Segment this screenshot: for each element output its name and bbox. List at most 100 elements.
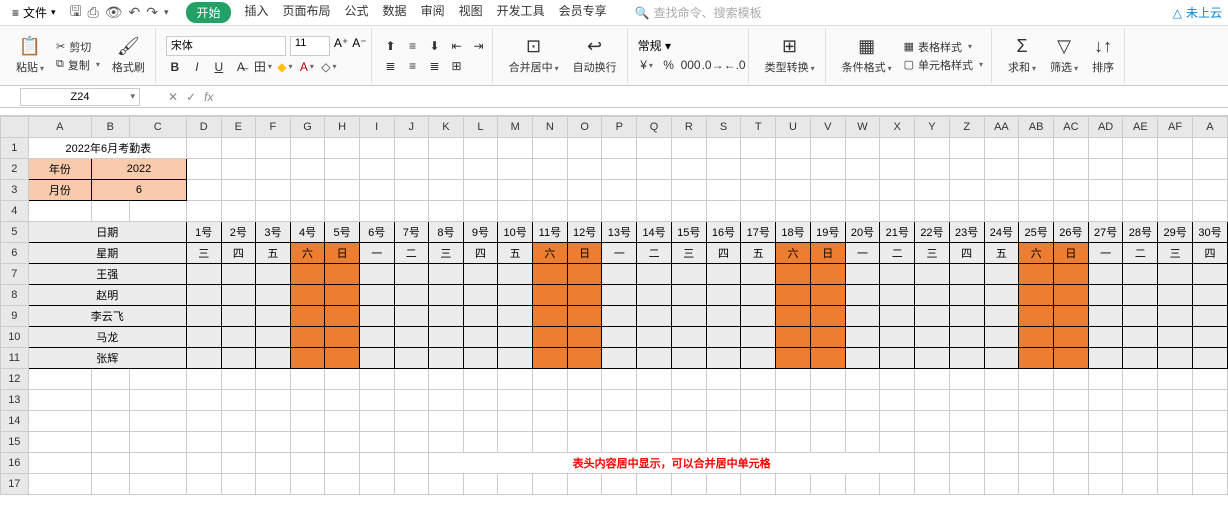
- formula-input[interactable]: [221, 88, 1228, 106]
- cell[interactable]: [1192, 264, 1227, 285]
- cell[interactable]: [949, 369, 984, 390]
- cell[interactable]: [256, 180, 291, 201]
- cell[interactable]: [429, 306, 464, 327]
- border-button[interactable]: 田: [254, 58, 272, 76]
- cell[interactable]: [463, 369, 498, 390]
- cell[interactable]: 四: [706, 243, 741, 264]
- cell[interactable]: [1192, 306, 1227, 327]
- cell[interactable]: [984, 348, 1019, 369]
- cell[interactable]: [706, 159, 741, 180]
- cell[interactable]: [637, 348, 672, 369]
- col-header-I[interactable]: I: [359, 117, 394, 138]
- row-header[interactable]: 8: [1, 285, 29, 306]
- col-header-H[interactable]: H: [325, 117, 360, 138]
- cell[interactable]: [1158, 201, 1193, 222]
- cell[interactable]: [498, 390, 533, 411]
- save-icon[interactable]: 🖫: [70, 1, 82, 25]
- strikethrough-button[interactable]: A̶: [232, 58, 250, 76]
- cell[interactable]: [1019, 306, 1054, 327]
- cell[interactable]: [741, 348, 776, 369]
- cell[interactable]: 二: [880, 243, 915, 264]
- cell[interactable]: [1019, 327, 1054, 348]
- cell[interactable]: [325, 306, 360, 327]
- align-right-icon[interactable]: ≣: [426, 57, 444, 75]
- cell[interactable]: [776, 201, 811, 222]
- cell[interactable]: [602, 474, 637, 495]
- cell[interactable]: [776, 306, 811, 327]
- cell[interactable]: [1088, 159, 1123, 180]
- cell[interactable]: [949, 138, 984, 159]
- cell[interactable]: [28, 453, 91, 474]
- cell[interactable]: [637, 201, 672, 222]
- cell[interactable]: [359, 432, 394, 453]
- cell[interactable]: [602, 180, 637, 201]
- row-header[interactable]: 12: [1, 369, 29, 390]
- cell[interactable]: [256, 348, 291, 369]
- cell[interactable]: [359, 159, 394, 180]
- cell[interactable]: [602, 348, 637, 369]
- cell[interactable]: [880, 474, 915, 495]
- cell[interactable]: [429, 348, 464, 369]
- cell[interactable]: [1158, 159, 1193, 180]
- cell[interactable]: [1019, 369, 1054, 390]
- cell[interactable]: [810, 264, 845, 285]
- cell[interactable]: [1054, 327, 1089, 348]
- cell[interactable]: [1088, 369, 1123, 390]
- tab-审阅[interactable]: 审阅: [421, 2, 445, 23]
- cell[interactable]: [671, 285, 706, 306]
- cell[interactable]: [1123, 159, 1158, 180]
- cell[interactable]: [325, 180, 360, 201]
- decrease-font-icon[interactable]: A⁻: [352, 36, 366, 56]
- cell[interactable]: 五: [741, 243, 776, 264]
- cell[interactable]: [1158, 432, 1193, 453]
- font-color-button[interactable]: A: [298, 58, 316, 76]
- cell[interactable]: [810, 432, 845, 453]
- cell[interactable]: [567, 264, 602, 285]
- cell[interactable]: [671, 432, 706, 453]
- cell[interactable]: [394, 348, 429, 369]
- col-header-L[interactable]: L: [463, 117, 498, 138]
- cell[interactable]: [1088, 138, 1123, 159]
- cell[interactable]: 一: [1088, 243, 1123, 264]
- cell[interactable]: [429, 180, 464, 201]
- wrap-button[interactable]: ↩ 自动换行: [567, 34, 623, 77]
- cell[interactable]: [671, 411, 706, 432]
- cell[interactable]: 9号: [463, 222, 498, 243]
- cell[interactable]: [602, 306, 637, 327]
- cell[interactable]: [706, 201, 741, 222]
- cell[interactable]: [28, 474, 91, 495]
- format-painter-button[interactable]: 🖌 格式刷: [106, 34, 151, 77]
- align-top-icon[interactable]: ⬆: [382, 37, 400, 55]
- cell[interactable]: [221, 348, 256, 369]
- cell[interactable]: 月份: [28, 180, 91, 201]
- cell[interactable]: [706, 390, 741, 411]
- cell[interactable]: [463, 306, 498, 327]
- cell[interactable]: [706, 411, 741, 432]
- align-left-icon[interactable]: ≣: [382, 57, 400, 75]
- cell[interactable]: [1158, 285, 1193, 306]
- cell[interactable]: 星期: [28, 243, 186, 264]
- cell[interactable]: [984, 474, 1019, 495]
- cell[interactable]: [845, 411, 880, 432]
- cell[interactable]: [498, 285, 533, 306]
- cell[interactable]: [880, 159, 915, 180]
- cell[interactable]: [880, 138, 915, 159]
- cell[interactable]: [325, 327, 360, 348]
- cell[interactable]: [463, 432, 498, 453]
- cell[interactable]: [915, 390, 950, 411]
- cell[interactable]: [186, 327, 221, 348]
- cell[interactable]: [359, 453, 394, 474]
- cell[interactable]: [1054, 411, 1089, 432]
- cell[interactable]: [1054, 453, 1089, 474]
- cell[interactable]: [810, 138, 845, 159]
- cell[interactable]: [671, 474, 706, 495]
- cell[interactable]: [1088, 453, 1123, 474]
- cell[interactable]: 25号: [1019, 222, 1054, 243]
- cell[interactable]: [221, 285, 256, 306]
- cell[interactable]: [671, 138, 706, 159]
- cell[interactable]: [1123, 411, 1158, 432]
- cell[interactable]: [186, 348, 221, 369]
- cell[interactable]: [498, 264, 533, 285]
- cell[interactable]: [984, 411, 1019, 432]
- col-header-U[interactable]: U: [776, 117, 811, 138]
